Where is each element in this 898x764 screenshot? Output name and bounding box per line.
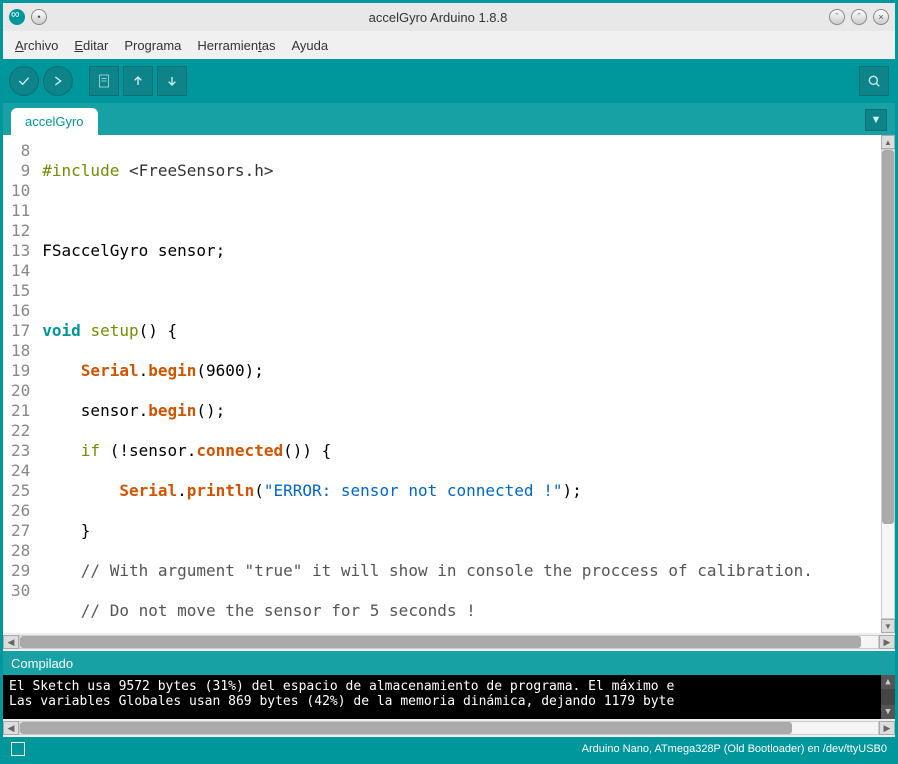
code-editor[interactable]: 8910111213141516171819202122232425262728… <box>3 135 881 633</box>
menu-edit[interactable]: Editar <box>66 34 116 57</box>
close-button[interactable]: × <box>873 9 889 25</box>
scroll-thumb-h[interactable] <box>20 722 792 734</box>
scroll-thumb[interactable] <box>882 150 894 524</box>
output-console[interactable]: El Sketch usa 9572 bytes (31%) del espac… <box>3 675 895 719</box>
scroll-down-arrow[interactable]: ▼ <box>881 705 895 719</box>
console-vertical-scrollbar[interactable]: ▲ ▼ <box>881 675 895 719</box>
scroll-up-arrow[interactable]: ▲ <box>881 135 895 149</box>
save-sketch-button[interactable] <box>157 66 187 96</box>
menu-program[interactable]: Programa <box>116 34 189 57</box>
sketch-tab[interactable]: accelGyro <box>11 108 98 135</box>
toolbar <box>3 59 895 103</box>
window-pin-button[interactable]: • <box>31 9 47 25</box>
window-title: accelGyro Arduino 1.8.8 <box>53 10 823 25</box>
scroll-down-arrow[interactable]: ▼ <box>881 619 895 633</box>
scroll-thumb-h[interactable] <box>20 636 861 648</box>
upload-button[interactable] <box>43 66 73 96</box>
editor-horizontal-scrollbar[interactable]: ◀ ▶ <box>3 633 895 651</box>
footer-bar: Arduino Nano, ATmega328P (Old Bootloader… <box>3 737 895 761</box>
code-content[interactable]: #include <FreeSensors.h> FSaccelGyro sen… <box>34 135 821 633</box>
tab-menu-button[interactable]: ▼ <box>865 109 887 131</box>
console-line: Las variables Globales usan 869 bytes (4… <box>9 694 889 709</box>
scroll-right-arrow[interactable]: ▶ <box>879 635 895 649</box>
title-bar: • accelGyro Arduino 1.8.8 ˇ ˆ × <box>3 3 895 31</box>
menu-file-label: rchivo <box>24 38 59 53</box>
editor-vertical-scrollbar[interactable]: ▲ ▼ <box>881 135 895 633</box>
board-info: Arduino Nano, ATmega328P (Old Bootloader… <box>582 743 887 755</box>
scroll-left-arrow[interactable]: ◀ <box>3 635 19 649</box>
verify-button[interactable] <box>9 66 39 96</box>
serial-monitor-button[interactable] <box>859 66 889 96</box>
line-ending-icon[interactable] <box>11 742 25 756</box>
scroll-right-arrow[interactable]: ▶ <box>879 721 895 735</box>
scroll-up-arrow[interactable]: ▲ <box>881 675 895 689</box>
tab-bar: accelGyro ▼ <box>3 103 895 135</box>
scroll-left-arrow[interactable]: ◀ <box>3 721 19 735</box>
open-sketch-button[interactable] <box>123 66 153 96</box>
app-icon <box>9 9 25 25</box>
line-gutter: 8910111213141516171819202122232425262728… <box>3 135 34 633</box>
new-sketch-button[interactable] <box>89 66 119 96</box>
console-horizontal-scrollbar[interactable]: ◀ ▶ <box>3 719 895 737</box>
menu-bar: Archivo Editar Programa Herramientas Ayu… <box>3 31 895 59</box>
status-text: Compilado <box>11 656 73 671</box>
status-bar: Compilado <box>3 651 895 675</box>
menu-help[interactable]: Ayuda <box>283 34 336 57</box>
maximize-button[interactable]: ˆ <box>851 9 867 25</box>
menu-edit-label: ditar <box>83 38 108 53</box>
minimize-button[interactable]: ˇ <box>829 9 845 25</box>
console-line: El Sketch usa 9572 bytes (31%) del espac… <box>9 679 889 694</box>
menu-tools[interactable]: Herramientas <box>189 34 283 57</box>
menu-file[interactable]: Archivo <box>7 34 66 57</box>
